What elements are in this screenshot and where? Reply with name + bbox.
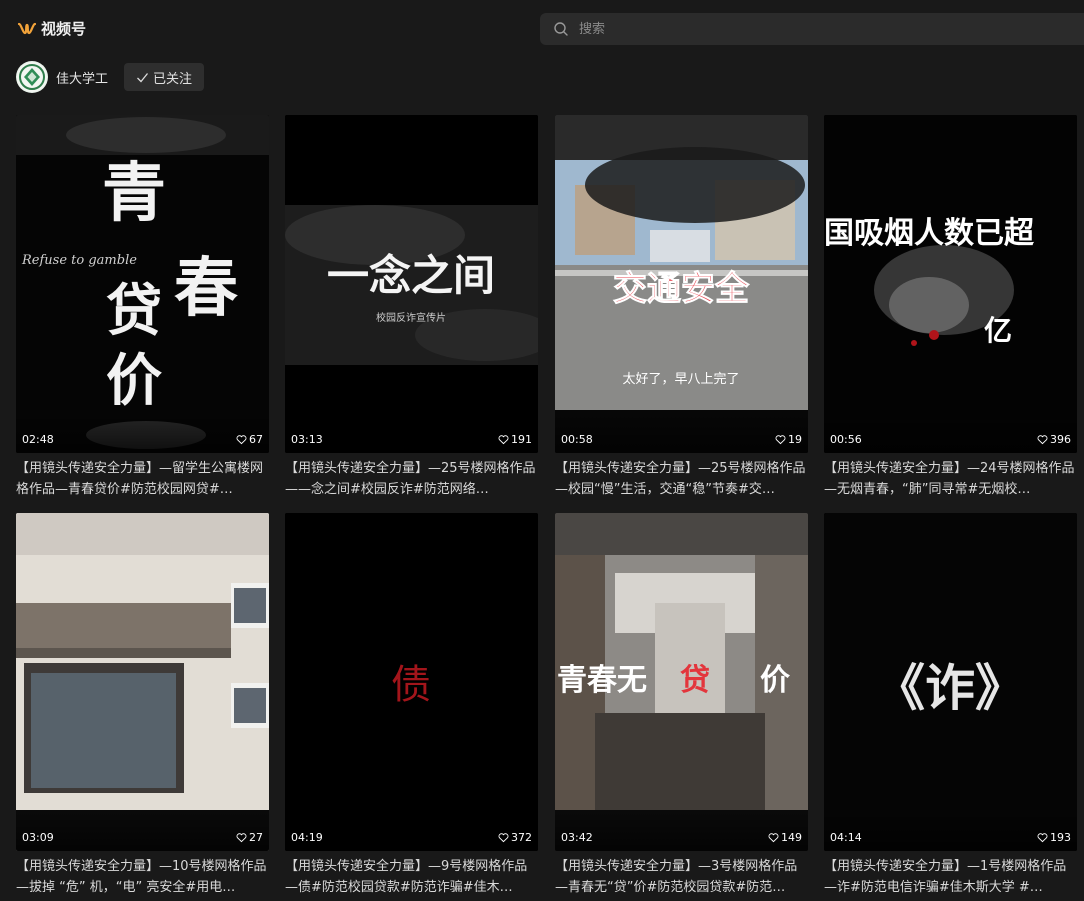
cover-char: 春 (174, 252, 238, 326)
cover-art: 一念之间 校园反诈宣传片 (285, 115, 538, 453)
video-title[interactable]: 【用镜头传递安全力量】—25号楼网格作品—校园“慢”生活，交通“稳”节奏#交… (555, 458, 808, 500)
cover-title: 国吸烟人数已超 (824, 216, 1035, 251)
video-title[interactable]: 【用镜头传递安全力量】—3号楼网格作品—青春无“贷”价#防范校园贷款#防范… (555, 856, 808, 898)
heart-icon (236, 435, 247, 445)
cover-art: 债 (285, 513, 538, 851)
video-duration: 04:19 (291, 831, 323, 844)
video-thumbnail[interactable]: 03:09 27 (16, 513, 269, 851)
cover-char: 贷 (106, 279, 162, 344)
university-emblem-icon (17, 62, 47, 92)
check-icon (137, 72, 149, 82)
search-box[interactable] (540, 13, 1084, 45)
video-title[interactable]: 【用镜头传递安全力量】—10号楼网格作品—拔掉 “危” 机，“电” 亮安全#用电… (16, 856, 269, 898)
like-count: 396 (1037, 433, 1071, 446)
video-card[interactable]: 交通安全 太好了，早八上完了 00:58 19 【用镜头传递安全力量】—25号楼… (555, 115, 808, 500)
cover-title: 青春无 (557, 663, 647, 698)
video-thumbnail[interactable]: 《诈》 04:14 193 (824, 513, 1077, 851)
like-count-value: 19 (788, 433, 802, 446)
video-title[interactable]: 【用镜头传递安全力量】—25号楼网格作品——念之间#校园反诈#防范网络… (285, 458, 538, 500)
cover-art: 交通安全 太好了，早八上完了 (555, 115, 808, 453)
search-icon (554, 22, 568, 36)
like-count: 193 (1037, 831, 1071, 844)
video-thumbnail[interactable]: 青春无 贷 价 03:42 149 (555, 513, 808, 851)
followed-label: 已关注 (153, 71, 193, 87)
cover-title: 一念之间 (327, 251, 495, 300)
cover-art: 青 春 贷 价 Refuse to gamble (16, 115, 269, 453)
video-duration: 02:48 (22, 433, 54, 446)
video-thumbnail[interactable]: 交通安全 太好了，早八上完了 00:58 19 (555, 115, 808, 453)
cover-char: 青 (102, 157, 166, 231)
cover-subtext: 亿 (984, 314, 1012, 347)
video-card[interactable]: 债 04:19 372 【用镜头传递安全力量】—9号楼网格作品—债#防范校园贷款… (285, 513, 538, 898)
cover-char: 价 (106, 349, 162, 414)
video-card[interactable]: 国吸烟人数已超 亿 00:56 396 【用镜头传递安全力量】—24号楼网格作品… (824, 115, 1077, 500)
followed-button[interactable]: 已关注 (124, 63, 205, 91)
like-count: 372 (498, 831, 532, 844)
cover-art: 青春无 贷 价 (555, 513, 808, 851)
video-card[interactable]: 青 春 贷 价 Refuse to gamble 02:48 67 【用镜头传递… (16, 115, 269, 500)
brand-title: 视频号 (41, 20, 87, 38)
cover-title: 价 (760, 663, 790, 698)
like-count-value: 27 (249, 831, 263, 844)
video-card[interactable]: 一念之间 校园反诈宣传片 03:13 191 【用镜头传递安全力量】—25号楼网… (285, 115, 538, 500)
video-duration: 03:09 (22, 831, 54, 844)
video-thumbnail[interactable]: 一念之间 校园反诈宣传片 03:13 191 (285, 115, 538, 453)
cover-subtext: Refuse to gamble (21, 253, 137, 268)
like-count: 67 (236, 433, 263, 446)
channels-logo-icon (17, 22, 37, 34)
account-row: 佳大学工 已关注 (16, 61, 205, 93)
cover-art: 《诈》 (824, 513, 1077, 851)
like-count: 27 (236, 831, 263, 844)
heart-icon (236, 833, 247, 843)
search-input[interactable] (577, 20, 981, 38)
video-title[interactable]: 【用镜头传递安全力量】—9号楼网格作品—债#防范校园贷款#防范诈骗#佳木… (285, 856, 538, 898)
heart-icon (1037, 833, 1048, 843)
like-count-value: 149 (781, 831, 802, 844)
video-thumbnail[interactable]: 债 04:19 372 (285, 513, 538, 851)
cover-subtext: 太好了，早八上完了 (622, 372, 739, 387)
like-count: 149 (768, 831, 802, 844)
video-duration: 03:13 (291, 433, 323, 446)
video-thumbnail[interactable]: 青 春 贷 价 Refuse to gamble 02:48 67 (16, 115, 269, 453)
like-count-value: 193 (1050, 831, 1071, 844)
heart-icon (775, 435, 786, 445)
video-title[interactable]: 【用镜头传递安全力量】—留学生公寓楼网格作品—青春贷价#防范校园网贷#… (16, 458, 269, 500)
video-title[interactable]: 【用镜头传递安全力量】—1号楼网格作品—诈#防范电信诈骗#佳木斯大学 #… (824, 856, 1077, 898)
like-count: 19 (775, 433, 802, 446)
like-count: 191 (498, 433, 532, 446)
account-name[interactable]: 佳大学工 (56, 68, 108, 87)
cover-art (16, 513, 269, 851)
cover-title-highlight: 贷 (680, 663, 710, 698)
video-duration: 00:56 (830, 433, 862, 446)
video-duration: 03:42 (561, 831, 593, 844)
heart-icon (498, 435, 509, 445)
cover-subtext: 校园反诈宣传片 (376, 311, 446, 324)
video-card[interactable]: 青春无 贷 价 03:42 149 【用镜头传递安全力量】—3号楼网格作品—青春… (555, 513, 808, 898)
video-title[interactable]: 【用镜头传递安全力量】—24号楼网格作品—无烟青春，“肺”同寻常#无烟校… (824, 458, 1077, 500)
cover-title: 交通安全 (613, 269, 750, 309)
video-thumbnail[interactable]: 国吸烟人数已超 亿 00:56 396 (824, 115, 1077, 453)
cover-art: 国吸烟人数已超 亿 (824, 115, 1077, 453)
brand[interactable]: 视频号 (17, 18, 86, 39)
like-count-value: 191 (511, 433, 532, 446)
heart-icon (768, 833, 779, 843)
video-card[interactable]: 03:09 27 【用镜头传递安全力量】—10号楼网格作品—拔掉 “危” 机，“… (16, 513, 269, 898)
heart-icon (1037, 435, 1048, 445)
video-duration: 04:14 (830, 831, 862, 844)
heart-icon (498, 833, 509, 843)
cover-title: 《诈》 (875, 659, 1025, 717)
cover-title: 债 (391, 662, 431, 708)
video-card[interactable]: 《诈》 04:14 193 【用镜头传递安全力量】—1号楼网格作品—诈#防范电信… (824, 513, 1077, 898)
video-duration: 00:58 (561, 433, 593, 446)
like-count-value: 67 (249, 433, 263, 446)
like-count-value: 396 (1050, 433, 1071, 446)
top-bar: 视频号 (0, 0, 1084, 58)
like-count-value: 372 (511, 831, 532, 844)
avatar[interactable] (16, 61, 48, 93)
